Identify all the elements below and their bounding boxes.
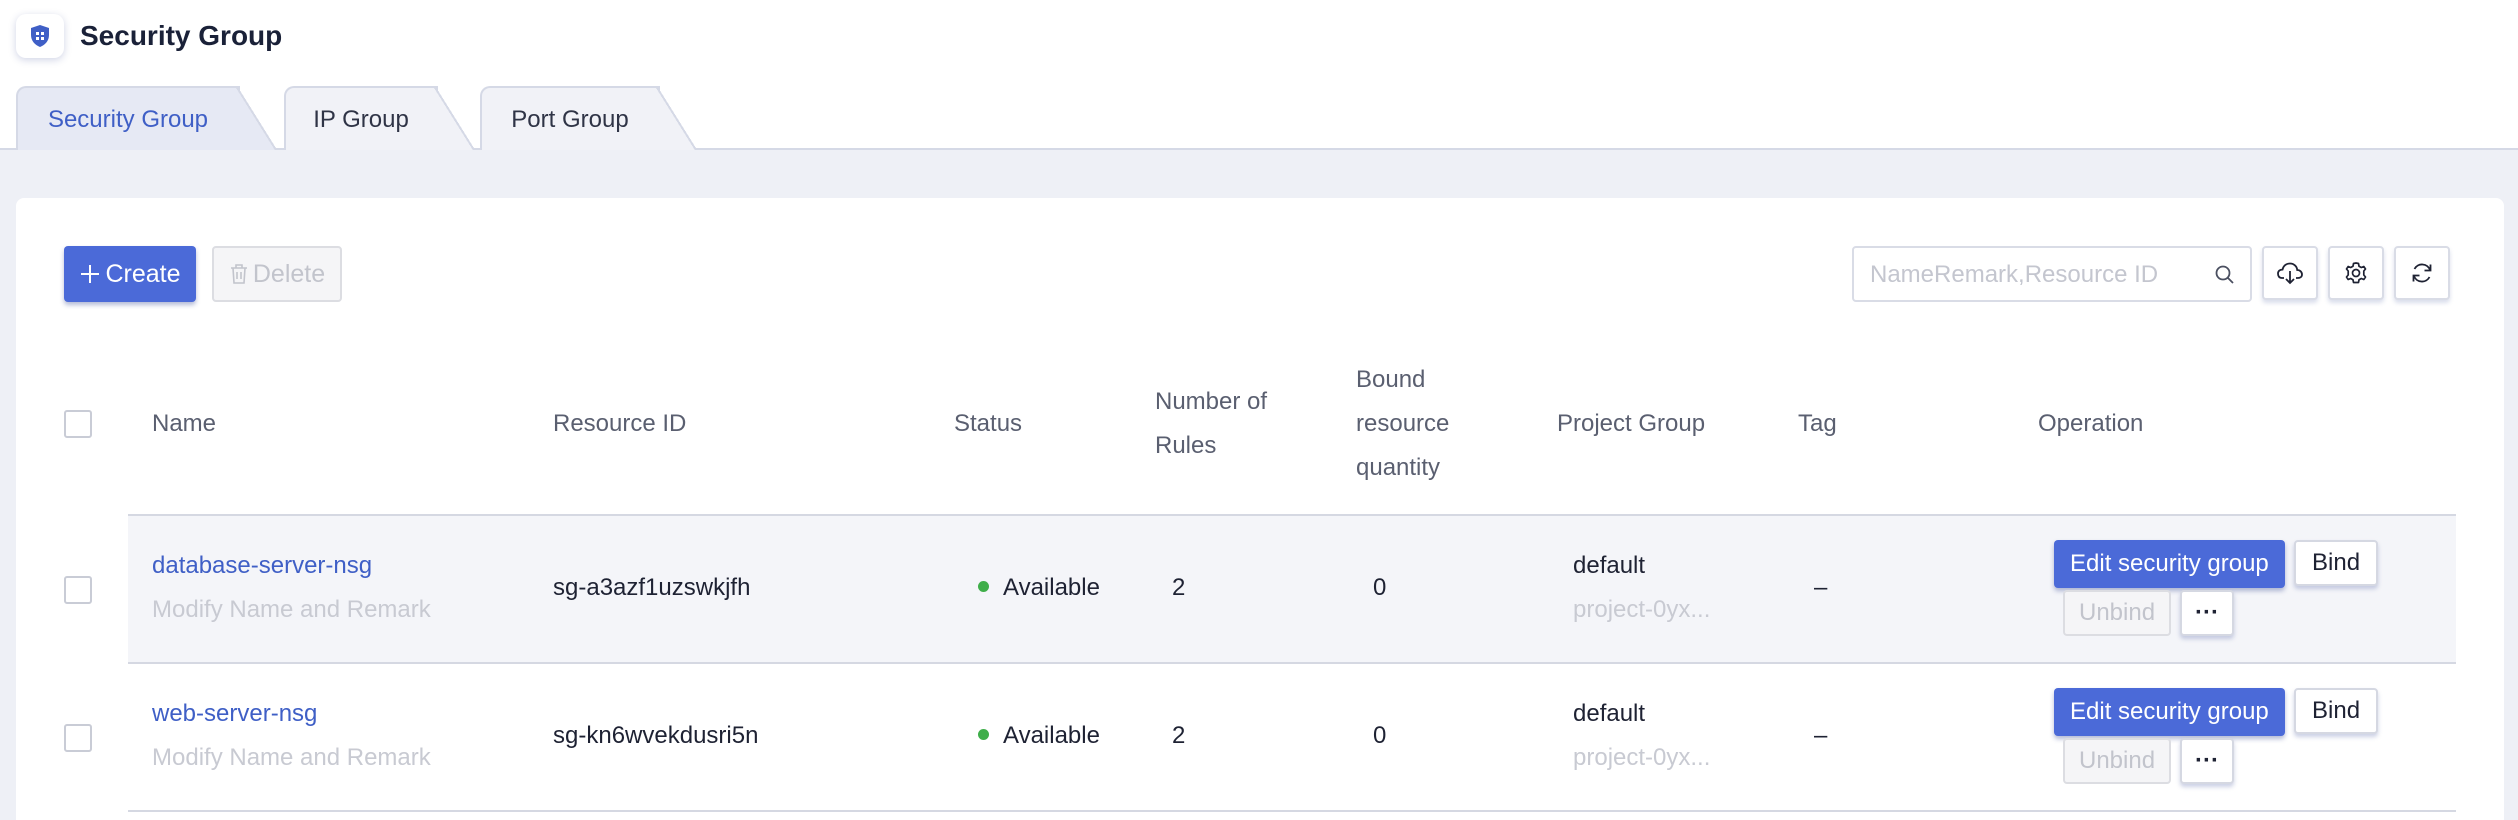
column-header-line: resource (1356, 410, 1450, 437)
unbind-button[interactable]: Unbind (2063, 590, 2172, 636)
status-text: Available (1003, 574, 1100, 601)
more-actions-button[interactable]: ··· (2180, 590, 2234, 636)
row-checkbox[interactable] (64, 724, 92, 752)
resource-id: sg-kn6wvekdusri5n (553, 722, 759, 749)
bind-button[interactable]: Bind (2294, 540, 2379, 586)
project-group-name: default (1573, 552, 1646, 579)
search-input[interactable] (1870, 260, 2200, 290)
resource-id: sg-a3azf1uzswkjfh (553, 574, 751, 601)
row-checkbox[interactable] (64, 576, 92, 604)
edit-security-group-button[interactable]: Edit security group (2054, 688, 2285, 736)
search-icon[interactable] (2214, 264, 2236, 286)
refresh-button[interactable] (2394, 246, 2450, 300)
shield-icon (16, 14, 64, 58)
column-header-line: quantity (1356, 454, 1441, 481)
bind-button[interactable]: Bind (2294, 688, 2379, 734)
column-header-resource-id: Resource ID (553, 410, 687, 437)
bound-resource-quantity: 0 (1373, 722, 1387, 749)
column-header-status: Status (954, 410, 1023, 437)
status-badge: Available (978, 574, 1100, 602)
page-title: Security Group (80, 20, 283, 51)
column-header-project-group: Project Group (1557, 410, 1706, 437)
project-group-id: project-0yx... (1573, 596, 1711, 623)
tab-security-group[interactable]: Security Group (16, 86, 276, 150)
search-box[interactable] (1852, 246, 2252, 302)
number-of-rules: 2 (1172, 722, 1186, 749)
table-row: database-server-nsg Modify Name and Rema… (128, 516, 2456, 664)
download-button[interactable] (2262, 246, 2318, 300)
security-group-name-link[interactable]: web-server-nsg (152, 700, 317, 728)
delete-button[interactable]: Delete (212, 246, 342, 302)
more-actions-button[interactable]: ··· (2180, 738, 2234, 784)
status-dot (978, 581, 989, 593)
app-header: Security Group (0, 0, 2518, 72)
column-header-number-of-rules: Number of Rules (1155, 380, 1267, 468)
create-button[interactable]: Create (64, 246, 196, 302)
refresh-icon (2412, 263, 2432, 283)
column-header-name: Name (152, 410, 217, 437)
tab-label: Port Group (511, 106, 629, 133)
unbind-button[interactable]: Unbind (2063, 738, 2172, 784)
edit-security-group-button[interactable]: Edit security group (2054, 540, 2285, 588)
column-header-bound-resource-quantity: Bound resource quantity (1356, 358, 1449, 490)
settings-button[interactable] (2328, 246, 2384, 300)
tab-bar: Security Group IP Group Port Group (0, 72, 2518, 150)
table-row: web-server-nsg Modify Name and Remark sg… (128, 664, 2456, 812)
tab-label: IP Group (313, 106, 409, 133)
tab-label: Security Group (47, 106, 209, 133)
gear-icon (2345, 262, 2367, 284)
tab-port-group[interactable]: Port Group (480, 86, 696, 150)
status-badge: Available (978, 722, 1100, 750)
status-text: Available (1003, 722, 1100, 749)
delete-button-label: Delete (252, 259, 326, 288)
select-all-checkbox[interactable] (64, 410, 92, 438)
column-header-line: Bound (1356, 366, 1426, 393)
trash-icon (230, 264, 247, 284)
project-group-name: default (1573, 700, 1646, 727)
tag-value: – (1814, 722, 1828, 749)
tag-value: – (1814, 574, 1828, 601)
column-header-tag: Tag (1798, 410, 1837, 437)
modify-name-remark-link[interactable]: Modify Name and Remark (152, 596, 431, 624)
column-header-line: Number of (1155, 388, 1268, 415)
bound-resource-quantity: 0 (1373, 574, 1387, 601)
column-header-operation: Operation (2038, 410, 2144, 437)
content-card: Create Delete NameRemark,Resource ID Nam… (16, 198, 2504, 820)
cloud-download-icon (2277, 262, 2303, 285)
column-header-line: Rules (1155, 432, 1217, 459)
create-button-label: Create (105, 259, 181, 288)
modify-name-remark-link[interactable]: Modify Name and Remark (152, 744, 431, 772)
plus-icon (81, 265, 100, 283)
project-group-id: project-0yx... (1573, 744, 1711, 771)
security-group-name-link[interactable]: database-server-nsg (152, 552, 372, 580)
tab-ip-group[interactable]: IP Group (284, 86, 474, 150)
status-dot (978, 729, 989, 741)
number-of-rules: 2 (1172, 574, 1186, 601)
